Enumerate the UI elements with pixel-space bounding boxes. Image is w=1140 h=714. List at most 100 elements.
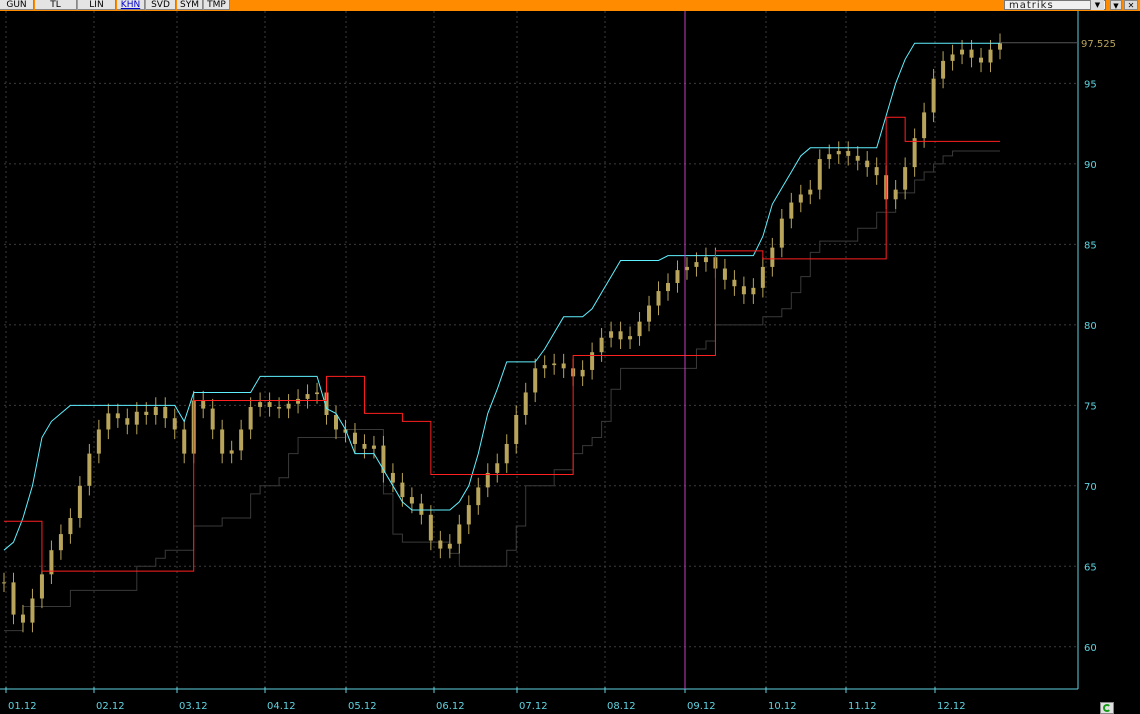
candle-body <box>239 429 244 451</box>
candle <box>988 39 993 73</box>
candle <box>305 384 310 409</box>
candle <box>428 505 433 551</box>
candle-body <box>903 167 908 190</box>
candle <box>334 405 338 440</box>
candle <box>836 141 841 164</box>
brand-dropdown-icon[interactable]: ▼ <box>1090 0 1104 10</box>
candle-body <box>476 487 481 506</box>
candle-body <box>656 291 661 306</box>
toolbar-button-svd[interactable]: SVD <box>146 0 176 10</box>
candle-body <box>258 402 263 407</box>
lower-band-series <box>4 150 1000 632</box>
candle <box>172 408 177 440</box>
candle <box>258 392 263 417</box>
candle <box>637 311 642 346</box>
candle-body <box>590 352 595 370</box>
candle <box>87 443 92 496</box>
candle <box>732 270 737 296</box>
candle-body <box>504 443 509 464</box>
candle-body <box>827 154 832 160</box>
candle <box>580 360 585 387</box>
y-tick-label: 90 <box>1084 160 1097 171</box>
candle <box>979 48 984 73</box>
candle-body <box>874 167 879 176</box>
y-tick-label: 80 <box>1084 321 1097 332</box>
y-tick-label: 65 <box>1084 562 1097 573</box>
candle <box>779 208 784 258</box>
candle <box>504 434 509 473</box>
candle-body <box>599 337 604 353</box>
price-chart[interactable]: 60 65 70 75 80 85 90 95 01.12 02.12 03.12 04.12 05.1… <box>0 11 1140 714</box>
candle <box>58 524 63 560</box>
candle <box>49 540 54 584</box>
top-toolbar: GUN TL LIN KHN SVD SYM TMP matriks ▼ ▼ ✕ <box>0 0 1140 11</box>
candle-body <box>988 49 993 63</box>
y-tick-label: 60 <box>1084 643 1097 654</box>
candle <box>182 419 187 464</box>
candle <box>153 397 158 425</box>
candle-body <box>969 49 974 58</box>
candle <box>628 326 633 349</box>
candle <box>552 353 557 375</box>
candle-body <box>931 78 936 113</box>
candle-body <box>732 279 737 287</box>
candle-body <box>808 189 813 195</box>
candle-body <box>485 472 490 488</box>
candle <box>485 463 490 498</box>
candle-body <box>722 268 727 280</box>
refresh-button[interactable] <box>1100 702 1114 714</box>
candle-body <box>922 112 927 139</box>
candle <box>134 402 139 435</box>
close-icon[interactable]: ✕ <box>1124 0 1138 10</box>
candle-body <box>703 257 708 263</box>
candle-body <box>390 472 395 483</box>
candle-body <box>675 270 680 284</box>
candle-body <box>637 321 642 337</box>
candle-body <box>836 151 841 155</box>
candle-body <box>39 574 44 599</box>
window-menu-icon[interactable]: ▼ <box>1110 0 1122 10</box>
last-price-label: 97.525 <box>1081 39 1116 50</box>
candle <box>684 257 689 280</box>
candle <box>666 273 670 301</box>
candle <box>865 151 870 177</box>
candle <box>770 237 775 277</box>
toolbar-button-lin[interactable]: LIN <box>78 0 116 10</box>
toolbar-button-khn[interactable]: KHN <box>117 0 145 10</box>
candle <box>106 403 111 440</box>
candle-body <box>495 463 500 473</box>
candle <box>419 493 424 525</box>
candle-body <box>400 482 405 498</box>
candle-body <box>68 518 73 535</box>
candle <box>703 247 708 272</box>
candle-body <box>409 497 414 504</box>
toolbar-button-tmp[interactable]: TMP <box>204 0 230 10</box>
candle-body <box>580 369 585 377</box>
candle-body <box>523 392 528 415</box>
toolbar-button-tl[interactable]: TL <box>35 0 77 10</box>
toolbar-button-sym[interactable]: SYM <box>177 0 203 10</box>
candle <box>609 321 614 348</box>
candle-body <box>751 287 756 295</box>
candle-body <box>609 331 614 338</box>
candle <box>514 405 519 454</box>
x-tick-label: 03.12 <box>179 701 208 712</box>
candle-body <box>277 406 282 409</box>
candle-body <box>334 414 338 430</box>
candle-body <box>647 305 652 322</box>
candle <box>476 477 481 515</box>
x-tick-label: 01.12 <box>8 701 37 712</box>
candle-body <box>428 514 433 541</box>
candle <box>760 257 765 298</box>
candle <box>2 572 6 593</box>
candle <box>817 149 822 200</box>
candle <box>941 51 946 89</box>
candle-body <box>694 262 699 267</box>
candle <box>846 141 851 166</box>
candle-body <box>561 363 566 369</box>
candle-body <box>220 429 225 454</box>
toolbar-button-gun[interactable]: GUN <box>0 0 34 10</box>
candle <box>96 419 101 464</box>
candle <box>523 382 528 425</box>
candle-body <box>912 138 917 168</box>
